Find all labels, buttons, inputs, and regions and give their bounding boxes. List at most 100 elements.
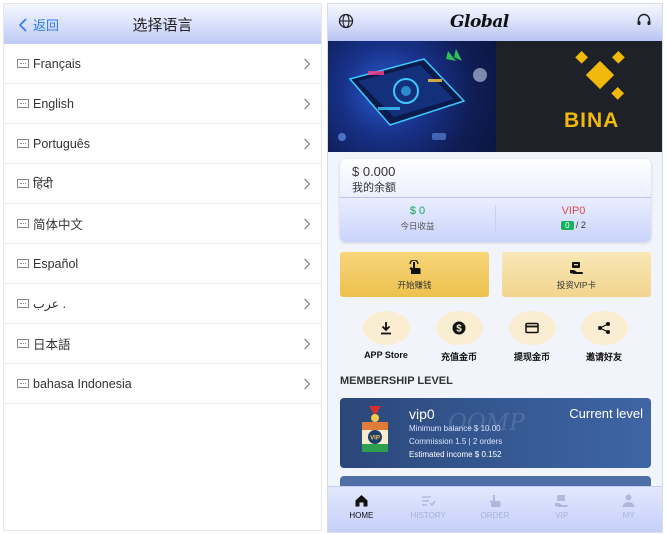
- flag-placeholder-icon: [17, 299, 29, 308]
- nav-history[interactable]: HISTORY: [395, 487, 462, 532]
- chevron-right-icon: [304, 338, 311, 349]
- chevron-right-icon: [304, 298, 311, 309]
- start-earning-label: 开始赚钱: [397, 280, 432, 290]
- language-panel: 返回 选择语言 Français English Português हिंदी 简体中…: [3, 3, 322, 531]
- hand-pointer-icon: [408, 260, 420, 274]
- language-name: हिंदी: [33, 177, 53, 191]
- nav-my-label: MY: [622, 511, 635, 520]
- flag-placeholder-icon: [17, 379, 29, 388]
- balance-amount: $ 0.000: [352, 164, 396, 179]
- language-name: Español: [33, 256, 79, 271]
- flag-placeholder-icon: [17, 339, 29, 348]
- vip-progress: 0 / 2: [496, 220, 651, 230]
- home-panel: Global BINA $ 0.000 我的余额 $ 0 今日收益 VIP0 0…: [327, 3, 663, 533]
- estimated-income: Estimated income $ 0.152: [409, 450, 502, 459]
- chevron-right-icon: [304, 378, 311, 389]
- vip-status: VIP0 0 / 2: [496, 205, 651, 230]
- nav-vip[interactable]: VIP: [528, 487, 595, 532]
- banner-binance-image: [496, 41, 662, 152]
- flag-placeholder-icon: [17, 59, 29, 68]
- language-list: Français English Português हिंदी 简体中文 Español…: [4, 44, 321, 404]
- recharge-label: 充值金币: [440, 352, 477, 362]
- flag-placeholder-icon: [17, 179, 29, 188]
- chevron-right-icon: [304, 178, 311, 189]
- vip-level-name: vip0: [409, 406, 435, 422]
- chevron-right-icon: [304, 98, 311, 109]
- app-store-link[interactable]: APP Store: [350, 311, 422, 360]
- banner-brand-text: BINA: [564, 109, 620, 132]
- balance-label: 我的余额: [352, 182, 396, 194]
- invest-vip-label: 投资VIP卡: [556, 280, 597, 290]
- promo-banner[interactable]: BINA: [328, 41, 662, 152]
- app-store-label: APP Store: [364, 350, 408, 360]
- vip-level-value: VIP0: [561, 205, 586, 217]
- language-name: English: [33, 96, 74, 111]
- download-icon: [381, 322, 391, 335]
- headset-icon[interactable]: [636, 12, 652, 28]
- withdraw-label: 提现金币: [513, 352, 550, 362]
- language-item[interactable]: bahasa Indonesia: [4, 364, 321, 404]
- home-icon: [355, 495, 368, 507]
- start-earning-button[interactable]: 开始赚钱: [340, 252, 489, 297]
- today-label: 今日收益: [400, 221, 435, 231]
- language-name: 日本語: [33, 338, 71, 352]
- language-name: Français: [33, 56, 81, 71]
- invite-label: 邀请好友: [585, 352, 622, 362]
- chevron-right-icon: [304, 218, 311, 229]
- language-item[interactable]: हिंदी: [4, 164, 321, 204]
- vip-icon: [555, 495, 569, 507]
- banner-laptop-image: [328, 41, 496, 152]
- svg-text:VIP: VIP: [370, 436, 380, 442]
- vip-progress-current: 0: [561, 221, 574, 230]
- nav-home-label: HOME: [349, 511, 374, 520]
- home-header: Global: [328, 4, 662, 41]
- app-store-circle: [362, 311, 410, 345]
- language-item[interactable]: 简体中文: [4, 204, 321, 244]
- language-item[interactable]: 日本語: [4, 324, 321, 364]
- order-icon: [489, 495, 501, 507]
- flag-placeholder-icon: [17, 99, 29, 108]
- membership-title: MEMBERSHIP LEVEL: [340, 375, 453, 387]
- vip-progress-total: / 2: [575, 220, 586, 230]
- history-icon: [421, 496, 436, 507]
- language-item[interactable]: عرب .: [4, 284, 321, 324]
- language-item[interactable]: Português: [4, 124, 321, 164]
- language-item[interactable]: Español: [4, 244, 321, 284]
- vip-level-card[interactable]: OOMP VIP vip0 Current level Minimum bala…: [340, 398, 651, 468]
- invite-link[interactable]: 邀请好友: [568, 311, 640, 363]
- balance-card: $ 0.000 我的余额 $ 0 今日收益 VIP0 0 / 2: [340, 159, 651, 242]
- today-earnings: $ 0 今日收益: [340, 205, 495, 232]
- globe-icon[interactable]: [338, 13, 354, 29]
- withdraw-link[interactable]: 提现金币: [496, 311, 568, 363]
- share-icon: [598, 322, 610, 334]
- nav-my[interactable]: MY: [595, 487, 662, 532]
- dollar-coin-icon: $: [452, 321, 466, 335]
- chevron-right-icon: [304, 258, 311, 269]
- nav-history-label: HISTORY: [410, 511, 446, 520]
- language-header: 返回 选择语言: [4, 4, 321, 44]
- today-value: $ 0: [409, 205, 426, 217]
- invest-vip-button[interactable]: 投资VIP卡: [502, 252, 651, 297]
- nav-order-label: ORDER: [480, 511, 510, 520]
- svg-text:$: $: [456, 324, 462, 335]
- withdraw-circle: [508, 311, 556, 345]
- language-item[interactable]: English: [4, 84, 321, 124]
- language-name: عرب .: [33, 297, 67, 311]
- app-logo: Global: [450, 12, 509, 32]
- current-level-label: Current level: [569, 406, 643, 421]
- recharge-link[interactable]: $ 充值金币: [423, 311, 495, 363]
- nav-home[interactable]: HOME: [328, 487, 395, 532]
- nav-order[interactable]: ORDER: [462, 487, 529, 532]
- user-icon: [622, 494, 635, 507]
- minimum-balance: Minimum balance $ 10.00: [409, 424, 501, 433]
- vip-card-icon: [569, 262, 583, 274]
- card-icon: [525, 322, 539, 334]
- bottom-nav: HOME HISTORY ORDER VIP MY: [328, 486, 662, 532]
- chevron-right-icon: [304, 58, 311, 69]
- flag-placeholder-icon: [17, 219, 29, 228]
- chevron-right-icon: [304, 138, 311, 149]
- page-title: 选择语言: [132, 17, 193, 34]
- language-name: 简体中文: [33, 218, 84, 232]
- language-item[interactable]: Français: [4, 44, 321, 84]
- divider: [340, 197, 651, 198]
